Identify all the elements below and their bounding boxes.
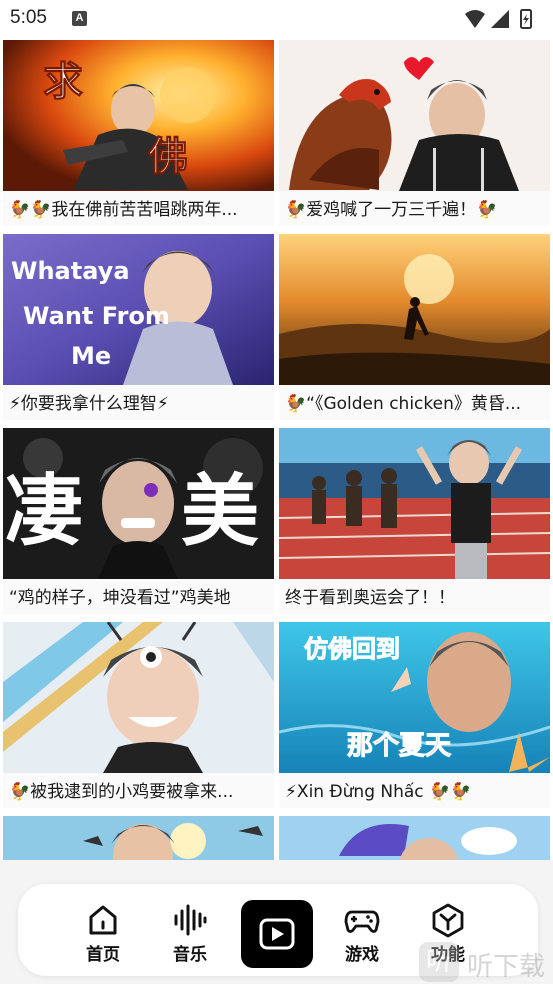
svg-text:那个夏天: 那个夏天: [347, 731, 451, 761]
play-icon: [259, 918, 295, 950]
nav-home[interactable]: 首页: [73, 902, 133, 966]
video-title[interactable]: ⚡Xin Đừng Nhấc 🐓🐓: [285, 778, 547, 806]
video-title[interactable]: 🐓被我逮到的小鸡要被拿来...: [9, 778, 271, 806]
video-thumbnail[interactable]: 求 佛: [3, 40, 274, 191]
video-title[interactable]: 🐓“《Golden chicken》黄昏...: [285, 390, 547, 418]
video-card[interactable]: Whataya Want From Me ⚡你要我拿什么理智⚡: [3, 234, 274, 420]
video-card[interactable]: 求 佛 🐓🐓我在佛前苦苦唱跳两年...: [3, 40, 274, 226]
watermark-logo: 听: [419, 942, 459, 982]
gamepad-icon: [344, 910, 380, 933]
video-thumbnail[interactable]: [279, 816, 550, 860]
video-card[interactable]: 凄 美 “鸡的样子，坤没看过”鸡美地: [3, 428, 274, 614]
video-card[interactable]: 🐓“《Golden chicken》黄昏...: [279, 234, 550, 420]
video-card[interactable]: 🐓爱鸡喊了一万三千遍！🐓: [279, 40, 550, 226]
video-card[interactable]: 仿佛回到 那个夏天 ⚡Xin Đừng Nhấc 🐓🐓: [279, 622, 550, 808]
video-thumbnail[interactable]: 凄 美: [3, 428, 274, 579]
notification-icon: A: [72, 11, 87, 26]
video-thumbnail[interactable]: Whataya Want From Me: [3, 234, 274, 385]
video-thumbnail[interactable]: [279, 234, 550, 385]
video-thumbnail[interactable]: [279, 40, 550, 191]
video-title[interactable]: ⚡你要我拿什么理智⚡: [9, 390, 271, 418]
video-thumbnail[interactable]: [3, 622, 274, 773]
svg-text:美: 美: [181, 467, 259, 557]
svg-text:Want From: Want From: [23, 302, 170, 330]
video-thumbnail[interactable]: [3, 816, 274, 860]
svg-text:仿佛回到: 仿佛回到: [304, 635, 400, 663]
video-title[interactable]: “鸡的样子，坤没看过”鸡美地: [9, 584, 271, 612]
status-time: 5:05: [10, 7, 47, 28]
nav-music-label: 音乐: [173, 945, 207, 965]
svg-text:求: 求: [43, 59, 83, 105]
watermark: 听 听下载: [391, 940, 551, 984]
nav-music[interactable]: 音乐: [160, 902, 220, 966]
video-card[interactable]: [3, 816, 274, 860]
video-thumbnail[interactable]: 仿佛回到 那个夏天: [279, 622, 550, 773]
video-card[interactable]: 终于看到奥运会了！！: [279, 428, 550, 614]
video-title[interactable]: 🐓爱鸡喊了一万三千遍！🐓: [285, 196, 547, 224]
svg-text:凄: 凄: [5, 467, 83, 557]
video-card[interactable]: 🐓被我逮到的小鸡要被拿来...: [3, 622, 274, 808]
status-icons: [465, 9, 532, 29]
video-card[interactable]: [279, 816, 550, 860]
nav-home-label: 首页: [86, 945, 120, 965]
video-title[interactable]: 终于看到奥运会了！！: [285, 584, 547, 612]
cube-icon: [432, 903, 464, 938]
signal-icon: [491, 10, 509, 28]
video-title[interactable]: 🐓🐓我在佛前苦苦唱跳两年...: [9, 196, 271, 224]
svg-text:佛: 佛: [147, 134, 188, 180]
watermark-text: 听下载: [467, 952, 546, 982]
nav-video[interactable]: [241, 900, 313, 968]
waveform-icon: [174, 904, 207, 936]
svg-text:Whataya: Whataya: [11, 257, 130, 285]
video-thumbnail[interactable]: [279, 428, 550, 579]
home-icon: [89, 905, 117, 935]
video-grid[interactable]: 求 佛 🐓🐓我在佛前苦苦唱跳两年... 🐓爱鸡喊了一万三千遍！🐓 Whataya…: [0, 38, 553, 860]
nav-games[interactable]: 游戏: [332, 902, 392, 966]
wifi-icon: [465, 10, 485, 28]
nav-games-label: 游戏: [345, 945, 379, 965]
svg-text:Me: Me: [71, 342, 111, 370]
status-bar: 5:05 A: [0, 0, 553, 38]
